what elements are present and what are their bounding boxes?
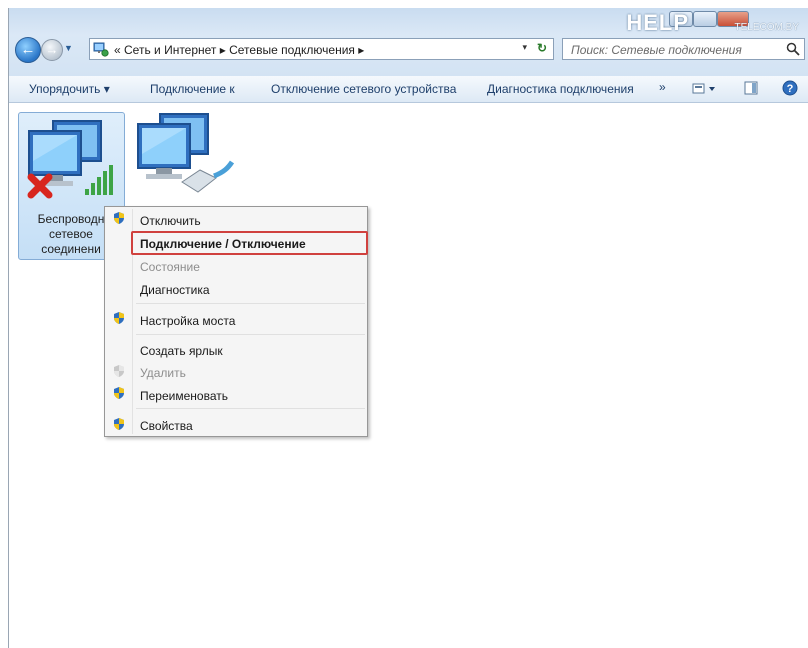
window-chrome: HELP TELECOM.BY ← → ▼ « Сеть и Интернет … [9,8,808,76]
menu-item-properties[interactable]: Свойства [140,419,193,433]
lan-network-icon [137,113,235,193]
menu-separator [136,303,365,304]
menu-item-diagnose[interactable]: Диагностика [140,283,210,297]
maximize-button[interactable] [693,11,717,27]
more-commands-button[interactable]: » [659,80,666,94]
connection-item-lan[interactable] [136,112,236,202]
history-dropdown-icon[interactable]: ▼ [64,43,73,53]
diagnose-button[interactable]: Диагностика подключения [487,82,634,96]
disable-device-button[interactable]: Отключение сетевого устройства [271,82,456,96]
connections-list: Беспроводн сетевое соединени Отключить П… [9,103,808,648]
breadcrumb[interactable]: « Сеть и Интернет ▸ Сетевые подключения … [114,43,364,57]
menu-item-rename[interactable]: Переименовать [140,389,228,403]
menu-separator [136,334,365,335]
wireless-network-icon [27,120,113,199]
shield-icon [114,312,124,324]
back-button[interactable]: ← [15,37,41,63]
menu-separator [136,408,365,409]
shield-icon [114,387,124,399]
menu-item-disable[interactable]: Отключить [140,214,201,228]
menu-item-status: Состояние [140,260,200,274]
menu-item-bridge[interactable]: Настройка моста [140,314,235,328]
preview-pane-icon[interactable] [744,81,758,95]
forward-button[interactable]: → [41,39,63,61]
refresh-icon[interactable]: ↻ [537,41,547,55]
search-input[interactable]: Поиск: Сетевые подключения [571,43,742,57]
shield-icon [114,365,124,377]
watermark-sub: TELECOM.BY [734,22,799,33]
menu-item-connect-disconnect[interactable]: Подключение / Отключение [140,237,306,251]
views-icon[interactable] [692,82,718,96]
organize-button[interactable]: Упорядочить ▾ [29,82,110,96]
command-bar: Упорядочить ▾ Подключение к Отключение с… [9,76,808,103]
menu-item-delete: Удалить [140,366,186,380]
address-dropdown-icon[interactable]: ▾ [522,42,527,53]
menu-item-create-shortcut[interactable]: Создать ярлык [140,344,223,358]
search-box[interactable]: Поиск: Сетевые подключения [562,38,805,60]
context-menu: Отключить Подключение / Отключение Состо… [104,206,368,437]
network-folder-icon [93,42,109,57]
shield-icon [114,212,124,224]
explorer-window: HELP TELECOM.BY ← → ▼ « Сеть и Интернет … [8,8,808,648]
address-bar[interactable]: « Сеть и Интернет ▸ Сетевые подключения … [89,38,554,60]
search-icon[interactable] [786,42,800,56]
connect-to-button[interactable]: Подключение к [150,82,235,96]
shield-icon [114,418,124,430]
svg-text:?: ? [787,83,794,95]
help-icon[interactable]: ? [782,80,798,96]
watermark-logo: HELP [626,10,689,35]
